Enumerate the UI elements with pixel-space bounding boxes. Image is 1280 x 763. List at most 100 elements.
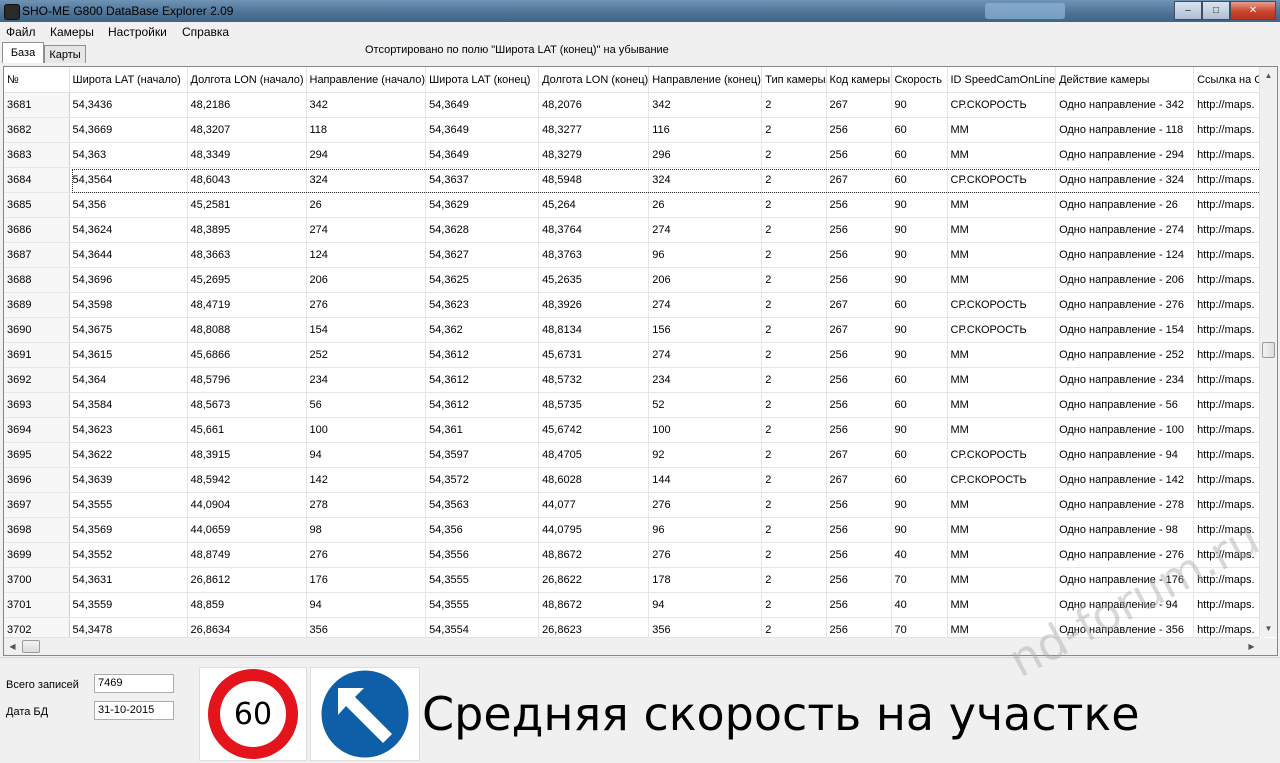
table-cell[interactable]: 48,5735	[538, 392, 650, 418]
table-cell[interactable]: 90	[891, 267, 948, 293]
table-cell[interactable]: 206	[306, 267, 427, 293]
table-cell[interactable]: Одно направление - 56	[1055, 392, 1195, 418]
table-cell[interactable]: 54,361	[425, 417, 540, 443]
table-cell[interactable]: 256	[826, 392, 892, 418]
table-cell[interactable]: http://maps.	[1193, 317, 1264, 343]
table-cell[interactable]: 54,3644	[69, 242, 188, 268]
table-cell[interactable]: 54,356	[69, 192, 188, 218]
table-cell[interactable]: 54,3436	[69, 92, 188, 118]
table-cell[interactable]: 90	[891, 517, 948, 543]
table-cell[interactable]: 44,0904	[187, 492, 307, 518]
table-cell[interactable]: 178	[648, 567, 763, 593]
table-cell[interactable]: 2	[761, 492, 827, 518]
table-cell[interactable]: 276	[648, 492, 763, 518]
table-cell[interactable]: 54,364	[69, 367, 188, 393]
table-cell[interactable]: 48,6028	[538, 467, 650, 493]
menu-settings[interactable]: Настройки	[108, 25, 167, 39]
table-cell[interactable]: http://maps.	[1193, 592, 1264, 618]
table-cell[interactable]: 2	[761, 342, 827, 368]
table-cell[interactable]: 90	[891, 492, 948, 518]
data-grid[interactable]: № Широта LAT (начало) Долгота LON (начало)…	[3, 66, 1278, 656]
row-number-cell[interactable]: 3698	[4, 517, 70, 543]
table-cell[interactable]: 48,5942	[187, 467, 307, 493]
table-cell[interactable]: 256	[826, 592, 892, 618]
table-cell[interactable]: 96	[648, 242, 763, 268]
table-cell[interactable]: 274	[648, 217, 763, 243]
scroll-up-icon[interactable]: ▲	[1260, 67, 1277, 84]
table-cell[interactable]: 54,3598	[69, 292, 188, 318]
table-cell[interactable]: 267	[826, 317, 892, 343]
table-cell[interactable]: 276	[648, 542, 763, 568]
table-cell[interactable]: 48,4705	[538, 442, 650, 468]
table-cell[interactable]: 60	[891, 117, 948, 143]
table-cell[interactable]: 48,3277	[538, 117, 650, 143]
table-cell[interactable]: 54,3612	[425, 392, 540, 418]
table-cell[interactable]: 54,3631	[69, 567, 188, 593]
table-cell[interactable]: Одно направление - 118	[1055, 117, 1195, 143]
table-cell[interactable]: ММ	[947, 142, 1057, 168]
table-cell[interactable]: 44,0659	[187, 517, 307, 543]
row-number-cell[interactable]: 3693	[4, 392, 70, 418]
table-cell[interactable]: 294	[306, 142, 427, 168]
table-cell[interactable]: 144	[648, 467, 763, 493]
table-cell[interactable]: 256	[826, 492, 892, 518]
column-header[interactable]: Направление (конец)	[648, 67, 763, 93]
table-cell[interactable]: Одно направление - 142	[1055, 467, 1195, 493]
table-cell[interactable]: ММ	[947, 217, 1057, 243]
table-cell[interactable]: 54,3563	[425, 492, 540, 518]
table-cell[interactable]: http://maps.	[1193, 142, 1264, 168]
row-number-cell[interactable]: 3700	[4, 567, 70, 593]
table-cell[interactable]: 206	[648, 267, 763, 293]
row-number-cell[interactable]: 3682	[4, 117, 70, 143]
table-cell[interactable]: 256	[826, 117, 892, 143]
table-row[interactable]: 3697 54,3555 44,0904 278 54,3563 44,077 276 2 25…	[4, 492, 1264, 518]
table-cell[interactable]: 267	[826, 92, 892, 118]
table-cell[interactable]: 54,3629	[425, 192, 540, 218]
table-cell[interactable]: 54,3555	[69, 492, 188, 518]
table-cell[interactable]: http://maps.	[1193, 342, 1264, 368]
table-cell[interactable]: 54,3555	[425, 567, 540, 593]
table-cell[interactable]: 90	[891, 242, 948, 268]
table-cell[interactable]: 90	[891, 342, 948, 368]
table-cell[interactable]: ММ	[947, 392, 1057, 418]
table-cell[interactable]: 2	[761, 192, 827, 218]
row-number-cell[interactable]: 3697	[4, 492, 70, 518]
table-row[interactable]: 3693 54,3584 48,5673 56 54,3612 48,5735 52 2 256…	[4, 392, 1264, 418]
table-cell[interactable]: 48,8672	[538, 542, 650, 568]
table-row[interactable]: 3698 54,3569 44,0659 98 54,356 44,0795 96 2 256 9…	[4, 517, 1264, 543]
table-cell[interactable]: http://maps.	[1193, 492, 1264, 518]
table-cell[interactable]: ММ	[947, 267, 1057, 293]
table-cell[interactable]: 48,4719	[187, 292, 307, 318]
table-cell[interactable]: ММ	[947, 192, 1057, 218]
table-cell[interactable]: 54,3624	[69, 217, 188, 243]
table-cell[interactable]: 100	[648, 417, 763, 443]
table-cell[interactable]: 48,3279	[538, 142, 650, 168]
table-cell[interactable]: http://maps.	[1193, 292, 1264, 318]
table-cell[interactable]: 267	[826, 467, 892, 493]
table-cell[interactable]: 92	[648, 442, 763, 468]
table-cell[interactable]: Одно направление - 278	[1055, 492, 1195, 518]
horizontal-scroll-thumb[interactable]	[22, 640, 40, 653]
table-cell[interactable]: 48,3349	[187, 142, 307, 168]
table-row[interactable]: 3696 54,3639 48,5942 142 54,3572 48,6028 144 2 2…	[4, 467, 1264, 493]
table-cell[interactable]: Одно направление - 252	[1055, 342, 1195, 368]
table-cell[interactable]: 54,363	[69, 142, 188, 168]
table-cell[interactable]: 267	[826, 292, 892, 318]
table-cell[interactable]: 256	[826, 267, 892, 293]
table-cell[interactable]: СР.СКОРОСТЬ	[947, 317, 1057, 343]
table-cell[interactable]: 48,3895	[187, 217, 307, 243]
table-row[interactable]: 3691 54,3615 45,6866 252 54,3612 45,6731 274 2 2…	[4, 342, 1264, 368]
table-row[interactable]: 3689 54,3598 48,4719 276 54,3623 48,3926 274 2 2…	[4, 292, 1264, 318]
table-cell[interactable]: 256	[826, 367, 892, 393]
row-number-cell[interactable]: 3688	[4, 267, 70, 293]
table-cell[interactable]: ММ	[947, 417, 1057, 443]
table-cell[interactable]: 94	[306, 442, 427, 468]
table-cell[interactable]: 48,3926	[538, 292, 650, 318]
total-records-field[interactable]: 7469	[94, 674, 174, 693]
table-row[interactable]: 3683 54,363 48,3349 294 54,3649 48,3279 296 2 25…	[4, 142, 1264, 168]
table-cell[interactable]: http://maps.	[1193, 467, 1264, 493]
row-number-cell[interactable]: 3699	[4, 542, 70, 568]
table-cell[interactable]: 54,3612	[425, 342, 540, 368]
table-cell[interactable]: 256	[826, 342, 892, 368]
table-cell[interactable]: 45,661	[187, 417, 307, 443]
